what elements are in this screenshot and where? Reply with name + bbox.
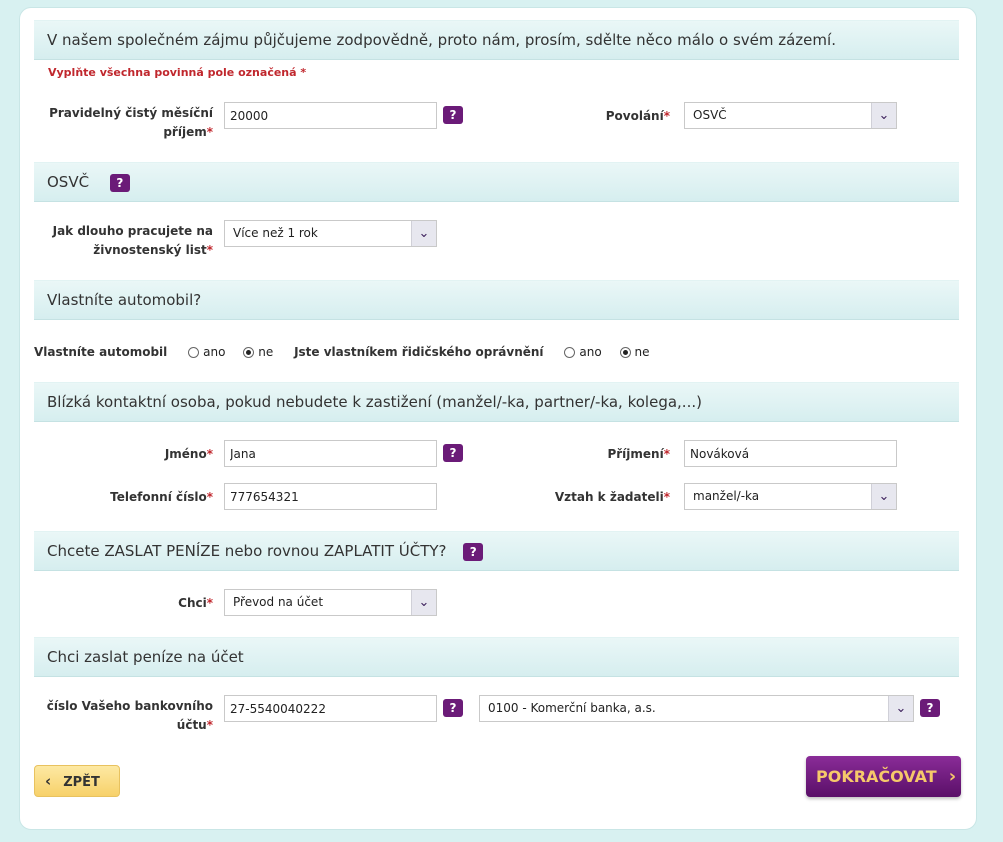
last-name-label: Příjmení*	[607, 447, 670, 461]
back-button[interactable]: ‹ ZPĚT	[34, 765, 120, 797]
license-yes-option[interactable]: ano	[564, 345, 602, 359]
income-help-icon[interactable]: ?	[443, 106, 463, 124]
chevron-left-icon: ‹	[45, 772, 52, 790]
first-name-help-icon[interactable]: ?	[443, 444, 463, 462]
chevron-down-icon: ⌄	[871, 103, 896, 128]
section-account-header: Chci zaslat peníze na účet	[34, 637, 959, 677]
want-label: Chci*	[178, 596, 213, 610]
relation-label: Vztah k žadateli*	[554, 490, 670, 504]
section-payment-header: Chcete ZASLAT PENÍZE nebo rovnou ZAPLATI…	[34, 531, 959, 571]
account-number-input[interactable]	[224, 695, 437, 722]
license-no-option[interactable]: ne	[619, 345, 650, 359]
license-label: Jste vlastníkem řidičského oprávnění	[294, 345, 544, 359]
section-intro-header: V našem společném zájmu půjčujeme zodpov…	[34, 20, 959, 60]
account-title: Chci zaslat peníze na účet	[47, 648, 244, 666]
chevron-down-icon: ⌄	[871, 484, 896, 509]
chevron-right-icon: ›	[948, 766, 957, 787]
car-title: Vlastníte automobil?	[47, 291, 202, 309]
duration-label: Jak dlouho pracujete na živnostenský lis…	[52, 224, 213, 257]
payment-help-icon[interactable]: ?	[463, 542, 484, 561]
car-label: Vlastníte automobil	[34, 345, 168, 359]
account-help-icon[interactable]: ?	[443, 699, 463, 717]
phone-label: Telefonní číslo*	[110, 490, 213, 504]
contact-title: Blízká kontaktní osoba, pokud nebudete k…	[47, 393, 702, 411]
osvc-title: OSVČ	[47, 173, 90, 191]
chevron-down-icon: ⌄	[411, 590, 436, 615]
car-yes-radio[interactable]	[188, 347, 200, 358]
chevron-down-icon: ⌄	[888, 696, 913, 721]
occupation-label: Povolání*	[605, 109, 670, 123]
intro-title: V našem společném zájmu půjčujeme zodpov…	[47, 31, 836, 49]
last-name-input[interactable]	[684, 440, 897, 467]
occupation-select[interactable]: OSVČ ⌄	[684, 102, 897, 129]
section-osvc-header: OSVČ ?	[34, 162, 959, 202]
osvc-help-icon[interactable]: ?	[109, 173, 130, 192]
car-row: Vlastníte automobil ano ne Jste vlastník…	[34, 344, 650, 360]
first-name-label: Jméno*	[164, 447, 213, 461]
account-label: číslo Vašeho bankovního účtu*	[46, 699, 213, 732]
duration-select[interactable]: Více než 1 rok ⌄	[224, 220, 437, 247]
bank-select[interactable]: 0100 - Komerční banka, a.s. ⌄	[479, 695, 914, 722]
income-label: Pravidelný čistý měsíční příjem*	[49, 106, 213, 139]
want-select[interactable]: Převod na účet ⌄	[224, 589, 437, 616]
car-no-option[interactable]: ne	[243, 345, 273, 359]
continue-button[interactable]: POKRAČOVAT ›	[806, 756, 961, 797]
section-contact-header: Blízká kontaktní osoba, pokud nebudete k…	[34, 382, 959, 422]
required-note: Vyplňte všechna povinná pole označená *	[48, 66, 307, 79]
license-no-radio[interactable]	[619, 347, 631, 358]
car-no-radio[interactable]	[243, 347, 255, 358]
payment-title: Chcete ZASLAT PENÍZE nebo rovnou ZAPLATI…	[47, 542, 447, 560]
section-car-header: Vlastníte automobil?	[34, 280, 959, 320]
first-name-input[interactable]	[224, 440, 437, 467]
car-yes-option[interactable]: ano	[188, 345, 225, 359]
phone-input[interactable]	[224, 483, 437, 510]
chevron-down-icon: ⌄	[411, 221, 436, 246]
income-input[interactable]	[224, 102, 437, 129]
relation-select[interactable]: manžel/-ka ⌄	[684, 483, 897, 510]
bank-help-icon[interactable]: ?	[920, 699, 940, 717]
license-yes-radio[interactable]	[564, 347, 576, 358]
